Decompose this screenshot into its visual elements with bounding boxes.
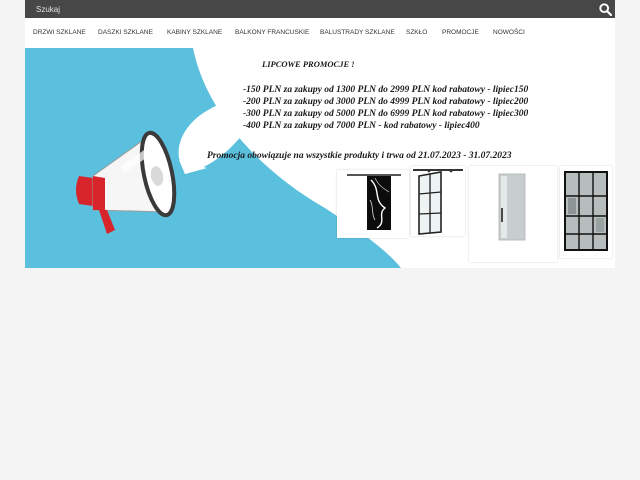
promo-note: Promocja obowiązuje na wszystkie produkt…: [207, 151, 512, 161]
sliding-loft-door-image: [413, 169, 463, 235]
promo-line: -150 PLN za zakupy od 1300 PLN do 2999 P…: [243, 85, 529, 95]
product-loft-partition[interactable]: [560, 166, 612, 258]
glass-door-handle-image: [498, 173, 526, 241]
loft-partition-image: [564, 171, 608, 251]
nav-item-daszki-szklane[interactable]: DASZKI SZKLANE: [98, 18, 153, 48]
promo-title: LIPCOWE PROMOCJE !: [262, 59, 355, 69]
black-glass-door-image: [347, 174, 401, 230]
promo-line: -400 PLN za zakupy od 7000 PLN - kod rab…: [243, 121, 480, 131]
search-button[interactable]: [595, 0, 615, 18]
search-input[interactable]: [31, 1, 576, 17]
nav-item-szklo[interactable]: SZKŁO: [406, 18, 427, 48]
promo-banner[interactable]: LIPCOWE PROMOCJE ! -150 PLN za zakupy od…: [25, 48, 615, 268]
nav-item-balkony-francuskie[interactable]: BALKONY FRANCUSKIE: [235, 18, 309, 48]
product-glass-door-handle[interactable]: [469, 166, 557, 262]
nav-item-kabiny-szklane[interactable]: KABINY SZKLANE: [167, 18, 222, 48]
product-black-glass-door[interactable]: [337, 170, 409, 238]
nav-item-nowosci[interactable]: NOWOŚCI: [493, 18, 525, 48]
product-sliding-loft-door[interactable]: [411, 166, 465, 236]
nav-item-balustrady-szklane[interactable]: BALUSTRADY SZKLANE: [320, 18, 395, 48]
promo-line: -300 PLN za zakupy od 5000 PLN do 6999 P…: [243, 109, 529, 119]
search-icon: [598, 2, 612, 16]
nav-item-drzwi-szklane[interactable]: DRZWI SZKLANE: [33, 18, 86, 48]
nav-item-promocje[interactable]: PROMOCJE: [442, 18, 479, 48]
top-search-bar: [25, 0, 615, 18]
main-nav: DRZWI SZKLANE DASZKI SZKLANE KABINY SZKL…: [25, 18, 615, 48]
promo-line: -200 PLN za zakupy od 3000 PLN do 4999 P…: [243, 97, 529, 107]
megaphone-icon: [76, 130, 177, 234]
